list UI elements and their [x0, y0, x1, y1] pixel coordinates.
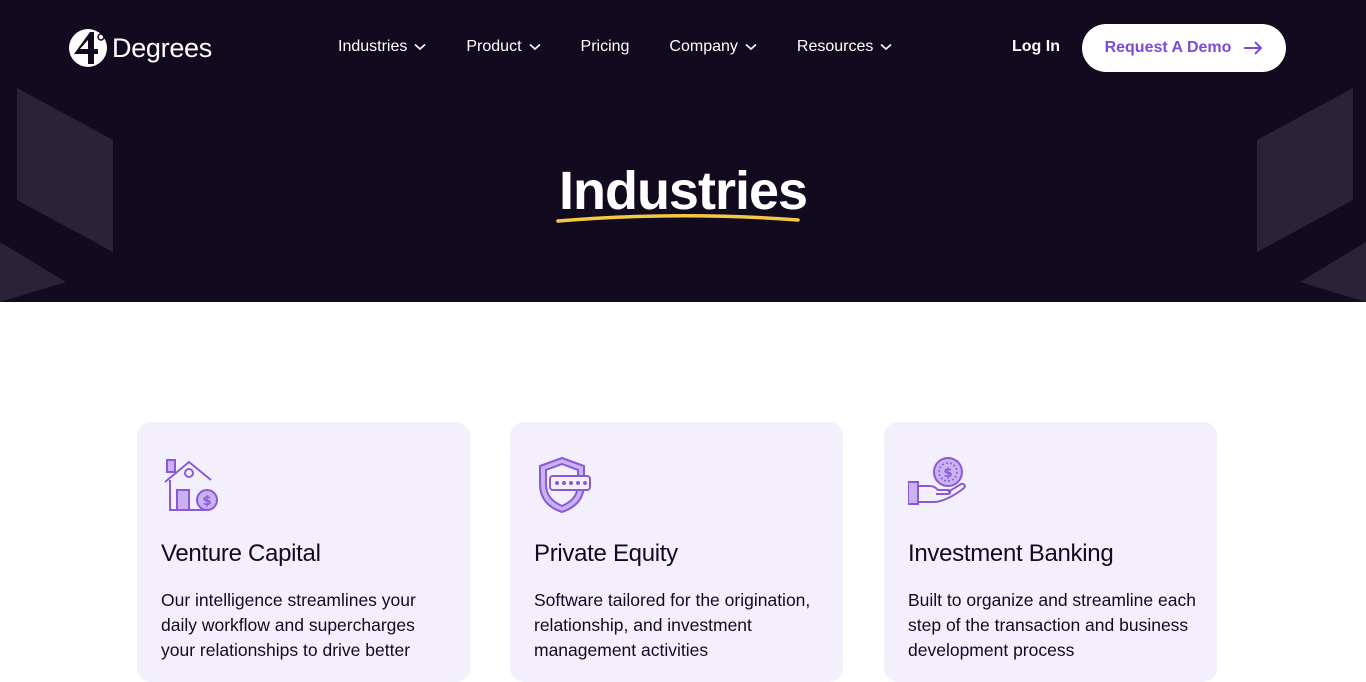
request-demo-button[interactable]: Request A Demo [1082, 24, 1286, 72]
card-description: Software tailored for the origination, r… [534, 590, 811, 660]
login-link[interactable]: Log In [1012, 38, 1060, 56]
industry-card-private-equity[interactable]: Private Equity Software tailored for the… [510, 422, 843, 682]
house-dollar-icon: $ [164, 459, 218, 511]
chevron-down-icon [528, 43, 541, 51]
logo-text: Degrees [112, 32, 212, 63]
logo[interactable]: Degrees [68, 28, 212, 68]
request-demo-label: Request A Demo [1104, 39, 1232, 56]
main-menu: Industries Product Pricing Company Resou… [338, 38, 932, 56]
chevron-down-icon [880, 43, 892, 51]
title-underline [556, 214, 800, 223]
nav-item-pricing[interactable]: Pricing [581, 38, 630, 56]
nav-item-industries[interactable]: Industries [338, 38, 426, 56]
nav-item-label: Industries [338, 38, 408, 55]
logo-mark-icon [69, 29, 107, 67]
nav-item-product[interactable]: Product [466, 38, 541, 56]
top-navigation: Degrees Industries Product Pricing Compa… [0, 0, 1366, 96]
hero-section: Degrees Industries Product Pricing Compa… [0, 0, 1366, 302]
nav-item-label: Resources [796, 38, 874, 55]
nav-item-company[interactable]: Company [669, 38, 757, 56]
card-title: Private Equity [534, 540, 678, 567]
svg-text:$: $ [943, 466, 952, 481]
card-title: Venture Capital [161, 540, 321, 567]
chevron-down-icon [414, 43, 426, 51]
industry-card-venture-capital[interactable]: $ Venture Capital Our intelligence strea… [137, 422, 470, 682]
shield-password-icon [539, 456, 591, 514]
hand-coin-icon: $ [908, 457, 966, 505]
nav-item-label: Product [466, 38, 522, 55]
nav-item-label: Company [669, 38, 738, 55]
card-description: Built to organize and streamline each st… [908, 590, 1196, 660]
chevron-down-icon [745, 43, 757, 51]
svg-text:$: $ [202, 494, 211, 509]
card-description: Our intelligence streamlines your daily … [161, 590, 416, 660]
arrow-right-icon [1244, 41, 1263, 55]
nav-item-label: Pricing [580, 38, 630, 55]
card-title: Investment Banking [908, 540, 1114, 567]
industry-card-investment-banking[interactable]: $ Investment Banking Built to organize a… [884, 422, 1217, 682]
nav-item-resources[interactable]: Resources [797, 38, 892, 56]
